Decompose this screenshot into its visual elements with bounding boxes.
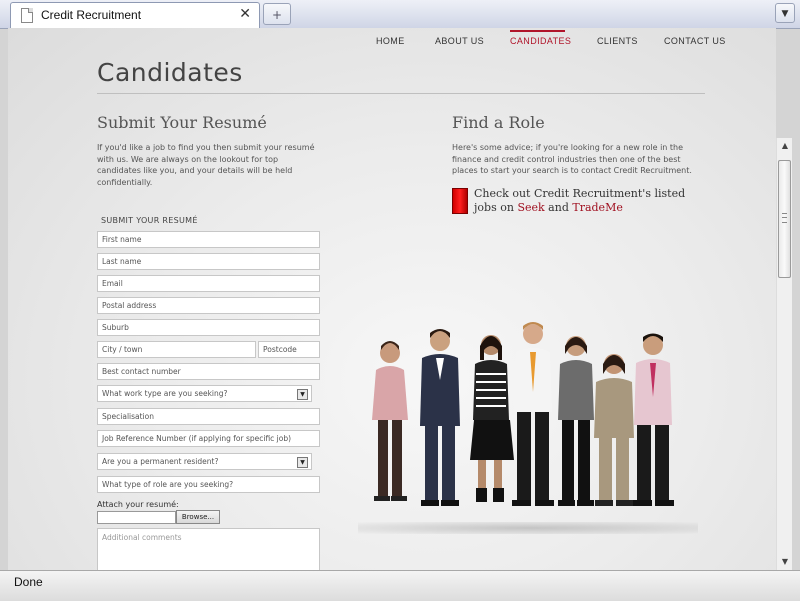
first-name-input[interactable]: First name	[97, 231, 320, 248]
browse-button[interactable]: Browse...	[176, 510, 220, 524]
suburb-input[interactable]: Suburb	[97, 319, 320, 336]
last-name-input[interactable]: Last name	[97, 253, 320, 270]
seek-link[interactable]: Seek	[517, 201, 544, 214]
scroll-down-arrow-icon[interactable]: ▼	[777, 554, 793, 570]
dropdown-arrow-icon: ▼	[297, 389, 308, 400]
tab-title: Credit Recruitment	[41, 8, 142, 22]
role-links: Check out Credit Recruitment's listed jo…	[474, 187, 689, 215]
tab-list-button[interactable]: ▼	[775, 3, 795, 23]
person-2	[420, 329, 460, 506]
permanent-resident-value: Are you a permanent resident?	[102, 457, 219, 466]
role-link-and: and	[548, 201, 569, 214]
submit-intro: If you'd like a job to find you then sub…	[97, 143, 315, 187]
work-type-value: What work type are you seeking?	[102, 389, 228, 398]
red-marker	[452, 188, 468, 214]
browser-tab[interactable]: Credit Recruitment ✕	[10, 2, 260, 28]
scroll-thumb[interactable]	[778, 160, 791, 278]
contact-number-input[interactable]: Best contact number	[97, 363, 320, 380]
specialisation-input[interactable]: Specialisation	[97, 408, 320, 425]
tab-bar: Credit Recruitment ✕ + ▼	[0, 0, 800, 29]
form-label: SUBMIT YOUR RESUMÉ	[101, 216, 198, 225]
work-type-select[interactable]: What work type are you seeking? ▼	[97, 385, 312, 402]
submit-heading: Submit Your Resumé	[97, 113, 267, 132]
status-bar: Done	[0, 570, 800, 601]
person-4	[512, 322, 554, 506]
team-photo-svg	[372, 322, 674, 506]
postcode-input[interactable]: Postcode	[258, 341, 320, 358]
dropdown-arrow-icon: ▼	[297, 457, 308, 468]
file-path-input[interactable]	[97, 511, 176, 524]
trademe-link[interactable]: TradeMe	[572, 201, 622, 214]
page-viewport: HOME ABOUT US CANDIDATES CLIENTS CONTACT…	[8, 28, 776, 570]
role-heading: Find a Role	[452, 113, 545, 132]
nav-contact-us[interactable]: CONTACT US	[664, 36, 726, 46]
page-icon	[21, 8, 33, 23]
status-text: Done	[14, 575, 43, 589]
postal-address-input[interactable]: Postal address	[97, 297, 320, 314]
permanent-resident-select[interactable]: Are you a permanent resident? ▼	[97, 453, 312, 470]
nav-home[interactable]: HOME	[376, 36, 405, 46]
person-6	[594, 354, 634, 506]
email-input[interactable]: Email	[97, 275, 320, 292]
floor-shadow	[358, 522, 698, 534]
nav-clients[interactable]: CLIENTS	[597, 36, 638, 46]
page-title: Candidates	[97, 58, 243, 87]
city-input[interactable]: City / town	[97, 341, 256, 358]
close-tab-icon[interactable]: ✕	[239, 6, 251, 22]
team-photo	[348, 308, 708, 538]
vertical-scrollbar[interactable]: ▲ ▼	[776, 138, 792, 570]
nav-candidates[interactable]: CANDIDATES	[510, 36, 571, 46]
role-intro: Here's some advice; if you're looking fo…	[452, 143, 692, 175]
new-tab-button[interactable]: +	[263, 3, 291, 25]
job-reference-input[interactable]: Job Reference Number (if applying for sp…	[97, 430, 320, 447]
person-1	[372, 341, 408, 501]
attach-label: Attach your resumé:	[97, 500, 179, 509]
person-7	[633, 333, 674, 506]
role-type-input[interactable]: What type of role are you seeking?	[97, 476, 320, 493]
scroll-up-arrow-icon[interactable]: ▲	[777, 138, 793, 154]
person-3	[470, 335, 514, 502]
comments-textarea[interactable]: Additional comments	[97, 528, 320, 570]
nav-about-us[interactable]: ABOUT US	[435, 36, 484, 46]
title-divider	[97, 93, 705, 94]
grip-icon	[782, 213, 787, 223]
nav-active-indicator	[510, 30, 565, 32]
person-5	[558, 336, 594, 506]
